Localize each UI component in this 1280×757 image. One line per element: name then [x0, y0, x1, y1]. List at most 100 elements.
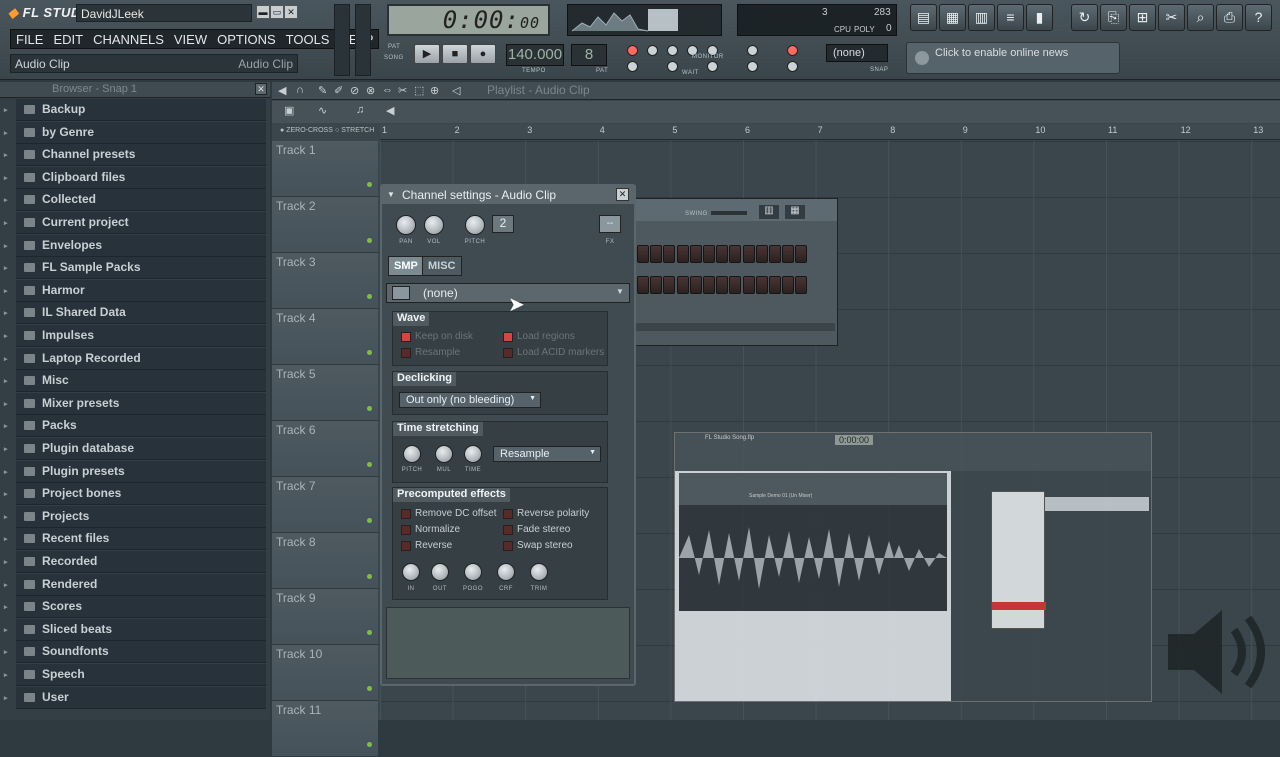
effect-crf-knob[interactable] — [497, 563, 515, 581]
fx-slot-button[interactable]: -- — [599, 215, 621, 233]
stretch-mul-knob[interactable] — [435, 445, 453, 463]
browser-item-scores[interactable]: ▸ Scores — [4, 596, 266, 619]
expand-arrow-icon[interactable]: ▸ — [4, 219, 8, 227]
step-button[interactable] — [742, 245, 755, 263]
playlist-window-icon[interactable]: ▤ — [910, 4, 937, 31]
browser-item-il-shared-data[interactable]: ▸ IL Shared Data — [4, 302, 266, 325]
step-button[interactable] — [703, 245, 715, 263]
mute-tool-icon[interactable]: ⊗ — [366, 84, 375, 97]
sample-waveform-area[interactable] — [386, 607, 630, 679]
expand-arrow-icon[interactable]: ▸ — [4, 106, 8, 114]
expand-arrow-icon[interactable]: ▸ — [4, 151, 8, 159]
remove-dc-offset-checkbox[interactable] — [401, 509, 411, 519]
track-header[interactable]: Track 3 — [272, 253, 378, 309]
draw-tool-icon[interactable]: ✎ — [318, 84, 327, 97]
master-pitch-slider[interactable] — [355, 4, 371, 76]
step-seq-scrollbar[interactable] — [635, 323, 835, 331]
declicking-select[interactable]: Out only (no bleeding) ▼ — [399, 392, 541, 408]
browser-item-laptop-recorded[interactable]: ▸ Laptop Recorded — [4, 347, 266, 370]
metronome-toggle[interactable] — [787, 45, 798, 56]
track-mute-led[interactable] — [367, 350, 372, 355]
expand-arrow-icon[interactable]: ▸ — [4, 671, 8, 679]
expand-arrow-icon[interactable]: ▸ — [4, 445, 8, 453]
expand-arrow-icon[interactable]: ▸ — [4, 648, 8, 656]
step-sequencer-icon[interactable]: ▦ — [939, 4, 966, 31]
swap-stereo-checkbox[interactable] — [503, 541, 513, 551]
expand-arrow-icon[interactable]: ▸ — [4, 332, 8, 340]
track-header[interactable]: Track 11 — [272, 701, 378, 757]
track-header[interactable]: Track 2 — [272, 197, 378, 253]
stop-button[interactable]: ■ — [442, 44, 468, 64]
track-mute-led[interactable] — [367, 294, 372, 299]
browser-item-projects[interactable]: ▸ Projects — [4, 505, 266, 528]
step-button[interactable] — [650, 245, 663, 263]
channel-settings-header[interactable]: Channel settings - Audio Clip — [382, 186, 634, 204]
track-mute-led[interactable] — [367, 406, 372, 411]
browser-item-misc[interactable]: ▸ Misc — [4, 370, 266, 393]
track-mute-led[interactable] — [367, 238, 372, 243]
browser-close-button[interactable]: ✕ — [255, 83, 267, 95]
clipboard-icon[interactable]: ⎙ — [1216, 4, 1243, 31]
step-button[interactable] — [742, 276, 755, 294]
browser-item-soundfonts[interactable]: ▸ Soundfonts — [4, 641, 266, 664]
menu-channels[interactable]: CHANNELS — [88, 30, 169, 48]
pitch-knob[interactable] — [465, 215, 485, 235]
step-button[interactable] — [676, 245, 689, 263]
expand-arrow-icon[interactable]: ▸ — [4, 694, 8, 702]
browser-item-packs[interactable]: ▸ Packs — [4, 415, 266, 438]
pattern-number-display[interactable]: 8 — [571, 44, 607, 66]
track-header[interactable]: Track 9 — [272, 589, 378, 645]
step-button[interactable] — [716, 245, 729, 263]
expand-arrow-icon[interactable]: ▸ — [4, 490, 8, 498]
step-button[interactable] — [769, 245, 781, 263]
settings-tools-icon[interactable]: ✂ — [1158, 4, 1185, 31]
browser-item-sliced-beats[interactable]: ▸ Sliced beats — [4, 618, 266, 641]
expand-arrow-icon[interactable]: ▸ — [4, 422, 8, 430]
effect-pogo-knob[interactable] — [464, 563, 482, 581]
snap-toggle[interactable] — [747, 61, 758, 72]
slide-toggle[interactable] — [787, 61, 798, 72]
slice-tool-icon[interactable]: ✂ — [398, 84, 407, 97]
menu-view[interactable]: VIEW — [169, 30, 212, 48]
step-button[interactable] — [689, 245, 702, 263]
step-button[interactable] — [755, 245, 768, 263]
tempo-display[interactable]: 140.000 — [506, 44, 564, 66]
step-button[interactable] — [729, 245, 742, 263]
stretch-time-knob[interactable] — [464, 445, 482, 463]
search-icon[interactable]: ⌕ — [1187, 4, 1214, 31]
mixer-window-icon[interactable]: ▮ — [1026, 4, 1053, 31]
swing-slider[interactable] — [711, 211, 747, 215]
browser-item-impulses[interactable]: ▸ Impulses — [4, 325, 266, 347]
step-button[interactable] — [755, 276, 768, 294]
audio-clip-icon[interactable]: ♫ — [356, 104, 364, 116]
sample-dropdown-arrow-icon[interactable]: ▼ — [616, 287, 624, 296]
fade-stereo-checkbox[interactable] — [503, 525, 513, 535]
tab-misc[interactable]: MISC — [422, 256, 462, 276]
browser-item-user[interactable]: ▸ User — [4, 686, 266, 709]
keyboard-editor-icon[interactable]: ▦ — [785, 205, 805, 219]
track-mute-led[interactable] — [367, 630, 372, 635]
browser-item-clipboard-files[interactable]: ▸ Clipboard files — [4, 166, 266, 189]
track-header[interactable]: Track 1 — [272, 141, 378, 197]
strip-collapse-icon[interactable]: ◀ — [386, 104, 394, 117]
step-button[interactable] — [703, 276, 715, 294]
help-icon[interactable]: ? — [1245, 4, 1272, 31]
step-button[interactable] — [663, 276, 676, 294]
step-button[interactable] — [769, 276, 781, 294]
channel-close-button[interactable]: ✕ — [616, 188, 629, 201]
zero-cross-toggle[interactable]: ● ZERO-CROSS — [280, 127, 333, 134]
menu-options[interactable]: OPTIONS — [212, 30, 281, 48]
step-button[interactable] — [689, 276, 702, 294]
browser-item-harmor[interactable]: ▸ Harmor — [4, 279, 266, 302]
pitch-range-display[interactable]: 2 — [492, 215, 514, 233]
overdub-toggle[interactable] — [747, 45, 758, 56]
browser-item-plugin-database[interactable]: ▸ Plugin database — [4, 438, 266, 460]
render-icon[interactable]: ⊞ — [1129, 4, 1156, 31]
browser-item-mixer-presets[interactable]: ▸ Mixer presets — [4, 392, 266, 415]
playlist-menu-arrow-icon[interactable]: ◀ — [278, 84, 286, 97]
magnet-icon[interactable]: ∩ — [296, 84, 304, 96]
expand-arrow-icon[interactable]: ▸ — [4, 377, 8, 385]
step-edit-toggle[interactable] — [647, 45, 658, 56]
channel-menu-arrow-icon[interactable]: ▼ — [387, 190, 395, 199]
paint-tool-icon[interactable]: ✐ — [334, 84, 343, 97]
